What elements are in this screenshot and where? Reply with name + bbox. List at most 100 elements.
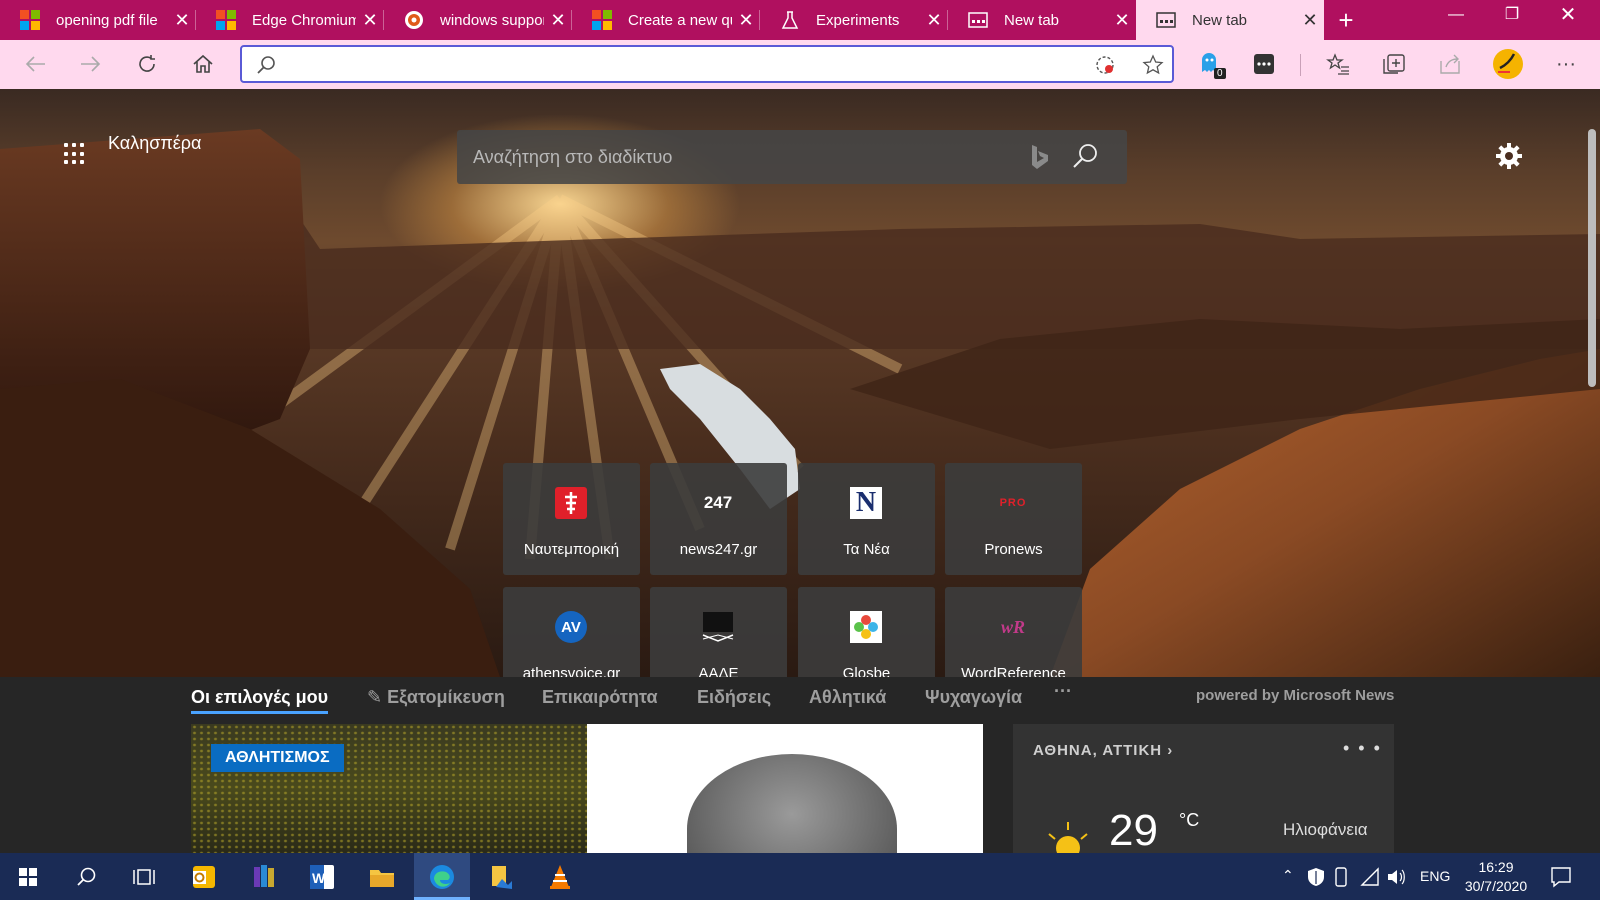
new-tab-button[interactable]: + — [1330, 4, 1362, 36]
extension-dots-icon — [1254, 54, 1274, 74]
browser-toolbar: 0 ··· — [0, 40, 1600, 89]
settings-more-button[interactable]: ··· — [1548, 46, 1584, 82]
news-tab-more[interactable]: ··· — [1054, 681, 1072, 702]
news-card-portrait[interactable] — [587, 724, 983, 853]
refresh-button[interactable] — [129, 46, 165, 82]
device-icon[interactable] — [1334, 867, 1348, 887]
quick-link-pronews[interactable]: PRO Pronews — [945, 463, 1082, 575]
input-language[interactable]: ENG — [1420, 868, 1450, 884]
newtab-icon — [968, 10, 988, 30]
show-hidden-icons-chevron-icon[interactable]: ⌃ — [1282, 867, 1294, 884]
security-shield-icon[interactable] — [1306, 867, 1326, 887]
close-tab-icon[interactable]: ✕ — [356, 10, 384, 31]
extension-button[interactable]: 0 — [1192, 46, 1228, 82]
news-tab-entertainment[interactable]: Ψυχαγωγία — [925, 687, 1022, 708]
quick-link-tanea[interactable]: N Τα Νέα — [798, 463, 935, 575]
share-button[interactable] — [1432, 46, 1468, 82]
wordreference-icon: wR — [1000, 616, 1025, 637]
close-tab-icon[interactable]: ✕ — [168, 10, 196, 31]
tab-title: Experiments — [816, 11, 900, 29]
close-tab-icon[interactable]: ✕ — [1296, 10, 1324, 31]
collections-button[interactable] — [1376, 46, 1412, 82]
taskbar-app-word[interactable]: W — [294, 853, 350, 900]
tab-windows-support[interactable]: windows support ✕ — [384, 0, 572, 40]
quick-link-label: news247.gr — [679, 541, 758, 558]
apps-grid-button[interactable] — [64, 143, 86, 165]
web-search-box[interactable] — [457, 130, 1127, 184]
taskbar-app-vlc[interactable] — [532, 853, 588, 900]
favorite-star-icon[interactable] — [1142, 54, 1164, 76]
home-button[interactable] — [185, 46, 221, 82]
tab-title: New tab — [1004, 11, 1060, 29]
taskbar-search-button[interactable] — [58, 853, 114, 900]
address-input[interactable] — [286, 53, 1066, 75]
taskbar-app-photos[interactable] — [474, 853, 530, 900]
outlook-icon — [193, 865, 215, 888]
tab-create-new-question[interactable]: Create a new qu ✕ — [572, 0, 760, 40]
news-tab-sports[interactable]: Αθλητικά — [809, 687, 886, 708]
weather-card[interactable]: ΑΘΗΝΑ, ΑΤΤΙΚΗ › • • • 29 °C Ηλιοφάνεια — [1013, 724, 1394, 853]
tab-experiments[interactable]: Experiments ✕ — [760, 0, 948, 40]
close-tab-icon[interactable]: ✕ — [544, 10, 572, 31]
close-window-button[interactable]: ✕ — [1540, 0, 1596, 36]
tab-new-tab-active[interactable]: New tab ✕ — [1136, 0, 1324, 40]
notification-center-icon[interactable] — [1550, 866, 1572, 888]
search-icon — [257, 56, 275, 74]
category-badge: ΑΘΛΗΤΙΣΜΟΣ — [211, 744, 344, 772]
close-tab-icon[interactable]: ✕ — [732, 10, 760, 31]
news-tab-news[interactable]: Ειδήσεις — [697, 687, 771, 708]
news-tab-personalize[interactable]: ✎ Εξατομίκευση — [367, 687, 505, 708]
profile-avatar[interactable] — [1490, 46, 1526, 82]
share-icon — [1440, 54, 1460, 74]
wifi-icon[interactable] — [1360, 867, 1380, 887]
tanea-icon: N — [850, 487, 882, 519]
quick-link-news247[interactable]: 247 news247.gr — [650, 463, 787, 575]
back-button[interactable] — [17, 46, 53, 82]
address-bar[interactable] — [240, 45, 1174, 83]
tab-edge-chromium[interactable]: Edge Chromium ✕ — [196, 0, 384, 40]
glosbe-icon — [850, 611, 882, 643]
forward-button[interactable] — [73, 46, 109, 82]
favorites-button[interactable] — [1320, 46, 1356, 82]
extension-button-2[interactable] — [1246, 46, 1282, 82]
task-view-icon — [133, 868, 155, 885]
taskbar-app-file-explorer[interactable] — [354, 853, 410, 900]
page-scrollbar[interactable] — [1588, 129, 1596, 387]
close-tab-icon[interactable]: ✕ — [1108, 10, 1136, 31]
taskbar-app-winrar[interactable] — [236, 853, 292, 900]
taskbar-app-outlook[interactable] — [176, 853, 232, 900]
close-tab-icon[interactable]: ✕ — [920, 10, 948, 31]
support-site-icon — [404, 10, 424, 30]
tab-opening-pdf[interactable]: opening pdf file ✕ — [0, 0, 196, 40]
taskbar-app-edge[interactable] — [414, 853, 470, 900]
web-search-input[interactable] — [473, 144, 993, 170]
task-view-button[interactable] — [116, 853, 172, 900]
tracking-prevention-icon[interactable] — [1094, 54, 1116, 76]
winrar-icon — [254, 864, 274, 887]
extension-badge: 0 — [1214, 68, 1226, 79]
tab-new-tab[interactable]: New tab ✕ — [948, 0, 1136, 40]
quick-link-naftemporiki[interactable]: Ναυτεμπορική — [503, 463, 640, 575]
news-tab-my-picks[interactable]: Οι επιλογές μου — [191, 687, 329, 714]
file-explorer-icon — [370, 869, 394, 887]
windows-logo-icon — [19, 867, 37, 886]
minimize-button[interactable]: — — [1428, 0, 1484, 36]
forward-arrow-icon — [81, 56, 101, 72]
weather-condition: Ηλιοφάνεια — [1283, 820, 1368, 839]
tab-strip: opening pdf file ✕ Edge Chromium ✕ windo… — [0, 0, 1600, 40]
start-button[interactable] — [0, 853, 56, 900]
news-card-sports[interactable]: ΑΘΛΗΤΙΣΜΟΣ — [191, 724, 587, 853]
avatar-icon — [1493, 49, 1523, 79]
weather-more-button[interactable]: • • • — [1343, 738, 1382, 759]
microsoft-logo-icon — [592, 10, 612, 30]
search-icon[interactable] — [1071, 142, 1099, 170]
aade-icon — [702, 611, 734, 643]
page-settings-gear-icon[interactable] — [1494, 141, 1524, 171]
quick-link-label: Ναυτεμπορική — [523, 541, 620, 558]
system-clock[interactable]: 16:29 30/7/2020 — [1456, 858, 1536, 896]
news-tab-current-affairs[interactable]: Επικαιρότητα — [542, 687, 658, 708]
powered-by-text: powered by Microsoft News — [1196, 687, 1395, 704]
volume-icon[interactable] — [1386, 867, 1406, 887]
restore-button[interactable]: ❐ — [1484, 0, 1540, 36]
weather-location[interactable]: ΑΘΗΝΑ, ΑΤΤΙΚΗ › — [1033, 742, 1173, 759]
